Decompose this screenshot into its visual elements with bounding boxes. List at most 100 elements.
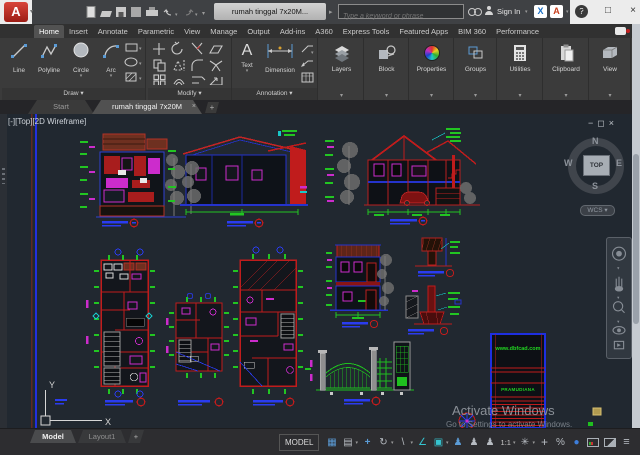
model-space-canvas[interactable]: Y X [-][Top][2D Wireframe] −◻× N E S W T… [0, 114, 632, 428]
ortho-caret-icon[interactable]: ▾ [391, 440, 394, 446]
isolate-objects-icon[interactable]: % [553, 433, 568, 452]
viewport-minimize-icon[interactable]: − [588, 118, 597, 128]
draw-extra-tools[interactable]: ▾ ▾ ▾ [124, 42, 144, 86]
circle-caret-icon[interactable]: ▾ [66, 74, 96, 78]
left-panel-edge[interactable] [0, 114, 7, 428]
new-layout-button[interactable]: + [128, 430, 144, 443]
tab-insert[interactable]: Insert [64, 25, 93, 38]
new-drawing-tab-button[interactable]: + [205, 102, 219, 113]
dynamic-input-icon[interactable]: + [360, 433, 375, 452]
detail-1[interactable] [415, 238, 460, 277]
panel-grip-icon[interactable] [2, 168, 5, 184]
doc-arrow-icon[interactable]: ▸ [329, 8, 333, 16]
tab-view[interactable]: View [179, 25, 205, 38]
annotation-extra-tools[interactable]: ▾ [300, 42, 316, 86]
polar-caret-icon[interactable]: ▾ [411, 440, 414, 446]
annotation-autoscale-icon[interactable]: ♟ [467, 433, 482, 452]
modify-tools[interactable] [151, 41, 229, 85]
wcs-selector[interactable]: WCS ▾ [580, 205, 615, 216]
detail-2[interactable] [406, 286, 461, 335]
groups-caret-icon[interactable]: ▾ [474, 92, 477, 99]
clean-screen-icon[interactable] [587, 438, 599, 447]
view-panel[interactable]: View ▾ [590, 38, 631, 100]
fullscreen-icon[interactable] [604, 438, 616, 447]
properties-caret-icon[interactable]: ▾ [430, 92, 433, 99]
groups-panel[interactable]: Groups ▾ [455, 38, 497, 100]
maximize-button[interactable]: □ [599, 2, 617, 20]
tab-a360[interactable]: A360 [310, 25, 338, 38]
workspace-gear-icon[interactable]: ✳ [517, 433, 532, 452]
arc-caret-icon[interactable]: ▾ [96, 74, 126, 78]
search-input[interactable] [339, 10, 463, 23]
tab-annotate[interactable]: Annotate [93, 25, 133, 38]
model-space-button[interactable]: MODEL [279, 434, 319, 451]
exchange-apps-icon[interactable]: X [534, 5, 547, 18]
viewport-restore-icon[interactable]: ◻ [597, 118, 608, 128]
scale-caret-icon[interactable]: ▾ [513, 440, 516, 446]
record-icon[interactable] [615, 27, 626, 35]
annotation-scale-icon[interactable]: ♟ [483, 433, 498, 452]
annotation-panel-footer[interactable]: Annotation ▾ [232, 88, 317, 100]
tab-bim360[interactable]: BIM 360 [453, 25, 491, 38]
viewcube-south[interactable]: S [592, 181, 598, 191]
tab-output[interactable]: Output [242, 25, 275, 38]
modify-panel-footer[interactable]: Modify ▾ [148, 88, 231, 100]
vertical-scrollbar[interactable] [632, 24, 640, 428]
properties-panel[interactable]: Properties ▾ [410, 38, 454, 100]
viewcube-east[interactable]: E [616, 158, 622, 168]
search-box[interactable] [338, 4, 464, 19]
polar-tracking-icon[interactable]: \ [396, 433, 411, 452]
file-tab-start[interactable]: Start [28, 100, 94, 114]
snap-caret-icon[interactable]: ▾ [355, 440, 358, 446]
text-caret-icon[interactable]: ▾ [234, 69, 260, 73]
app-menu-caret-icon[interactable]: ▾ [30, 8, 33, 15]
viewcube-north[interactable]: N [592, 136, 599, 146]
tab-parametric[interactable]: Parametric [133, 25, 179, 38]
utilities-caret-icon[interactable]: ▾ [518, 92, 521, 99]
layers-caret-icon[interactable]: ▾ [340, 92, 343, 99]
sign-in-caret-icon[interactable]: ▾ [525, 9, 528, 15]
annotation-scale-value[interactable]: 1:1 [499, 438, 513, 447]
annotation-visibility-icon[interactable]: ♟ [451, 433, 466, 452]
model-tab[interactable]: Model [30, 430, 76, 443]
clipboard-caret-icon[interactable]: ▾ [564, 92, 567, 99]
block-panel[interactable]: Block ▾ [365, 38, 409, 100]
isodraft-icon[interactable]: ∠ [415, 433, 430, 452]
customization-hamburger-icon[interactable]: ≡ [619, 433, 634, 452]
tab-addins[interactable]: Add-ins [275, 25, 310, 38]
floor-plan-1[interactable] [86, 249, 155, 397]
block-caret-icon[interactable]: ▾ [385, 92, 388, 99]
elevation-b[interactable] [168, 130, 308, 215]
grid-display-icon[interactable]: ▦ [324, 433, 339, 452]
app-menu-button[interactable]: A [4, 2, 28, 22]
floor-plan-3[interactable] [233, 247, 303, 394]
a360-caret-icon[interactable]: ▾ [566, 9, 569, 15]
clipboard-panel[interactable]: Clipboard ▾ [544, 38, 589, 100]
dimension-tool[interactable]: Dimension [260, 41, 300, 74]
tab-featured-apps[interactable]: Featured Apps [394, 25, 453, 38]
quick-access-toolbar[interactable]: ▾ ▾ ▾ [86, 5, 208, 19]
scrollbar-thumb[interactable] [633, 154, 639, 324]
a360-icon[interactable]: A [550, 5, 563, 18]
gear-caret-icon[interactable]: ▾ [532, 440, 535, 446]
graphics-performance-icon[interactable]: ● [569, 433, 584, 452]
minimize-button[interactable]: − [573, 2, 591, 20]
file-tab-close-icon[interactable]: × [192, 100, 196, 114]
navigation-bar[interactable]: ▾ ▾ ▾ [606, 237, 632, 359]
annotation-monitor-icon[interactable]: + [537, 433, 552, 452]
file-tab-active-doc[interactable]: rumah tinggal 7x20M × [92, 100, 202, 114]
arc-tool[interactable]: Arc▾ [96, 41, 126, 78]
osnap-caret-icon[interactable]: ▾ [446, 440, 449, 446]
viewport-close-icon[interactable]: × [609, 118, 618, 128]
object-snap-icon[interactable]: ▣ [431, 433, 446, 452]
text-tool[interactable]: A Text▾ [234, 41, 260, 73]
viewport-label[interactable]: [-][Top][2D Wireframe] [8, 117, 86, 126]
floor-plan-2[interactable] [166, 293, 229, 378]
section-c[interactable] [325, 128, 480, 216]
viewcube-west[interactable]: W [564, 158, 573, 168]
close-button[interactable]: × [624, 2, 640, 20]
ucs-icon[interactable]: Y X [41, 380, 111, 427]
sign-in-button[interactable]: Sign In [497, 7, 520, 16]
draw-panel-footer[interactable]: Draw ▾ [2, 88, 145, 100]
circle-tool[interactable]: Circle▾ [66, 41, 96, 78]
